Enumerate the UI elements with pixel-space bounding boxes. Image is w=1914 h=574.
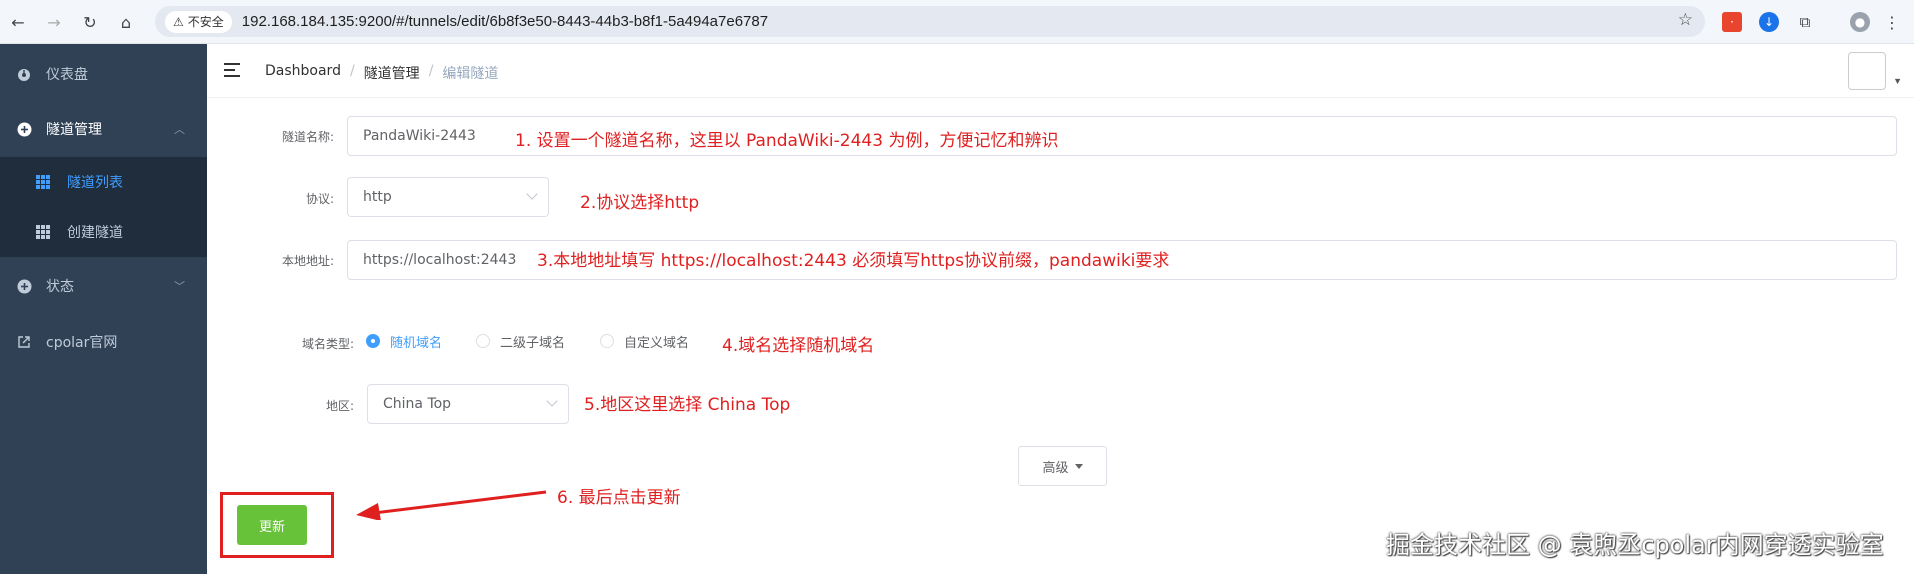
forward-icon[interactable]: → <box>42 10 66 34</box>
tunnel-name-label: 隧道名称: <box>281 130 334 144</box>
dashboard-icon <box>16 66 32 82</box>
sidebar-item-status[interactable]: 状态 ﹀ <box>0 258 207 314</box>
region-label: 地区: <box>325 399 354 413</box>
caret-down-icon <box>1074 463 1083 469</box>
chevron-down-icon: ﹀ <box>174 280 185 293</box>
sidebar-item-dashboard[interactable]: 仪表盘 <box>0 46 207 102</box>
annotation-step-1: 1. 设置一个隧道名称，这里以 PandaWiki-2443 为例，方便记忆和辨… <box>515 131 1059 151</box>
breadcrumb-separator: / <box>428 63 434 79</box>
plus-circle-icon <box>16 121 32 137</box>
extensions-puzzle-icon[interactable]: ⧉ <box>1795 12 1815 32</box>
external-link-icon <box>16 334 32 350</box>
protocol-select[interactable]: http <box>347 177 549 217</box>
sidebar-item-tunnel-list[interactable]: 隧道列表 <box>0 157 207 207</box>
download-icon[interactable]: ↓ <box>1759 12 1779 32</box>
breadcrumb-current: 编辑隧道 <box>442 66 499 82</box>
chevron-down-icon <box>546 395 558 407</box>
bookmark-star-icon[interactable]: ☆ <box>1678 10 1693 30</box>
breadcrumb-item-tunnels[interactable]: 隧道管理 <box>364 63 420 83</box>
sidebar-item-tunnel-management[interactable]: 隧道管理 ︿ <box>0 101 207 157</box>
radio-subdomain[interactable]: 二级子域名 <box>476 333 565 351</box>
sidebar-item-cpolar-site[interactable]: cpolar官网 <box>0 314 207 370</box>
sidebar-item-create-tunnel[interactable]: 创建隧道 <box>0 207 207 257</box>
radio-random-domain[interactable]: 随机域名 <box>366 333 442 351</box>
more-menu-icon[interactable]: ⋮ <box>1882 12 1902 32</box>
annotation-step-4: 4.域名选择随机域名 <box>722 336 875 356</box>
local-address-label: 本地地址: <box>281 254 334 268</box>
tunnel-submenu: 隧道列表 创建隧道 <box>0 157 207 257</box>
warning-icon: ⚠ <box>173 14 184 29</box>
chevron-down-icon <box>526 188 538 200</box>
chevron-up-icon: ︿ <box>174 123 185 136</box>
region-select[interactable]: China Top <box>367 384 569 424</box>
watermark: 掘金技术社区 @ 袁煦丞cpolar内网穿透实验室 <box>1386 531 1884 559</box>
update-button[interactable]: 更新 <box>237 505 307 545</box>
avatar[interactable] <box>1848 52 1886 90</box>
extension-icon[interactable]: · <box>1722 12 1742 32</box>
grid-icon <box>36 175 50 189</box>
annotation-step-6: 6. 最后点击更新 <box>557 488 681 508</box>
plus-circle-icon <box>16 278 32 294</box>
profile-icon[interactable]: ● <box>1850 12 1870 32</box>
breadcrumb-separator: / <box>349 63 355 79</box>
breadcrumb: Dashboard / 隧道管理 / 编辑隧道 <box>265 63 498 83</box>
caret-down-icon[interactable]: ▼ <box>1893 76 1902 86</box>
protocol-label: 协议: <box>305 192 334 206</box>
annotation-arrow <box>356 490 547 520</box>
advanced-button[interactable]: 高级 <box>1018 446 1107 486</box>
domain-type-label: 域名类型: <box>301 337 354 351</box>
url-text[interactable]: 192.168.184.135:9200/#/tunnels/edit/6b8f… <box>242 13 768 30</box>
address-bar[interactable]: ⚠ 不安全 192.168.184.135:9200/#/tunnels/edi… <box>155 6 1705 37</box>
security-badge[interactable]: ⚠ 不安全 <box>165 10 232 33</box>
back-icon[interactable]: ← <box>6 10 30 34</box>
home-icon[interactable]: ⌂ <box>114 10 138 34</box>
sidebar-toggle-icon[interactable] <box>224 63 240 77</box>
annotation-step-5: 5.地区这里选择 China Top <box>584 395 791 415</box>
radio-custom-domain[interactable]: 自定义域名 <box>600 333 689 351</box>
sidebar: 仪表盘 隧道管理 ︿ 隧道列表 创建隧道 状态 ﹀ cpolar官网 <box>0 44 207 574</box>
browser-toolbar: ← → ↻ ⌂ ⚠ 不安全 192.168.184.135:9200/#/tun… <box>0 0 1914 44</box>
grid-icon <box>36 225 50 239</box>
top-navbar: Dashboard / 隧道管理 / 编辑隧道 ▼ <box>207 44 1914 98</box>
reload-icon[interactable]: ↻ <box>78 10 102 34</box>
annotation-step-3: 3.本地地址填写 https://localhost:2443 必须填写http… <box>537 251 1170 271</box>
breadcrumb-item-dashboard[interactable]: Dashboard <box>265 63 341 83</box>
annotation-step-2: 2.协议选择http <box>580 193 700 213</box>
